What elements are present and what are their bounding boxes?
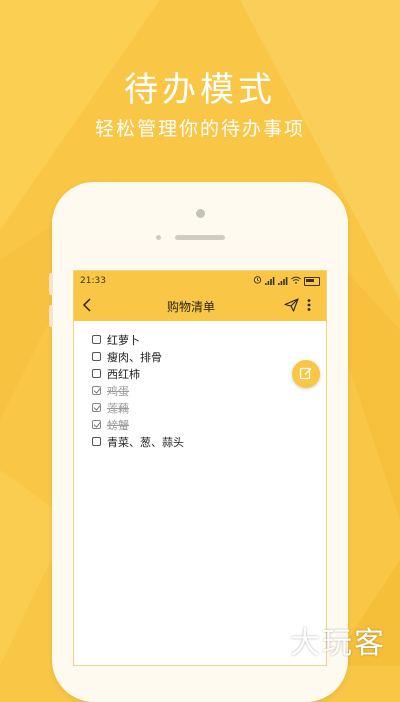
todo-label: 瘦肉、排骨	[107, 350, 162, 364]
signal-icon	[278, 277, 288, 285]
phone-speaker	[175, 235, 225, 240]
promo-subline: 轻松管理你的待办事项	[94, 118, 305, 140]
todo-checkbox[interactable]	[92, 437, 101, 446]
send-icon[interactable]	[282, 297, 300, 316]
todo-checkbox[interactable]	[92, 386, 101, 395]
watermark-logo: 大玩客	[290, 626, 386, 661]
signal-icon	[265, 277, 275, 285]
todo-checkbox[interactable]	[92, 352, 101, 361]
todo-checkbox[interactable]	[92, 369, 101, 378]
wifi-icon	[291, 276, 301, 287]
phone-side-button	[49, 273, 53, 295]
todo-checkbox[interactable]	[92, 335, 101, 344]
todo-label: 螃蟹	[107, 418, 129, 432]
app-screen: 21:33 购物清单 红萝卜 瘦肉、排骨 西红柿 鸡蛋 莲藕 螃蟹 青菜、葱、蒜…	[73, 270, 327, 666]
list-item[interactable]: 莲藕	[92, 399, 326, 416]
phone-camera	[196, 209, 205, 218]
phone-sensor	[156, 235, 161, 240]
status-icons	[253, 275, 320, 287]
list-item[interactable]: 瘦肉、排骨	[92, 348, 326, 365]
edit-fab-button[interactable]	[292, 360, 320, 388]
todo-list: 红萝卜 瘦肉、排骨 西红柿 鸡蛋 莲藕 螃蟹 青菜、葱、蒜头	[74, 321, 326, 450]
list-item[interactable]: 螃蟹	[92, 416, 326, 433]
chevron-left-icon[interactable]	[82, 297, 100, 316]
todo-label: 青菜、葱、蒜头	[107, 435, 184, 449]
todo-checkbox[interactable]	[92, 420, 101, 429]
list-item[interactable]: 西红柿	[92, 365, 326, 382]
page-title: 购物清单	[166, 299, 215, 314]
edit-icon	[299, 365, 313, 384]
list-item[interactable]: 鸡蛋	[92, 382, 326, 399]
promo-headline: 待办模式	[124, 70, 276, 110]
list-item[interactable]: 青菜、葱、蒜头	[92, 433, 326, 450]
status-bar: 21:33	[74, 271, 326, 291]
todo-checkbox[interactable]	[92, 403, 101, 412]
phone-side-button	[49, 305, 53, 327]
alarm-icon	[253, 275, 262, 287]
battery-icon	[304, 276, 320, 286]
list-item[interactable]: 红萝卜	[92, 331, 326, 348]
more-vertical-icon[interactable]	[300, 297, 318, 316]
todo-label: 莲藕	[107, 401, 129, 415]
app-bar: 购物清单	[74, 291, 326, 321]
todo-label: 鸡蛋	[107, 384, 129, 398]
status-time: 21:33	[80, 276, 106, 286]
todo-label: 西红柿	[107, 367, 140, 381]
todo-label: 红萝卜	[107, 333, 140, 347]
